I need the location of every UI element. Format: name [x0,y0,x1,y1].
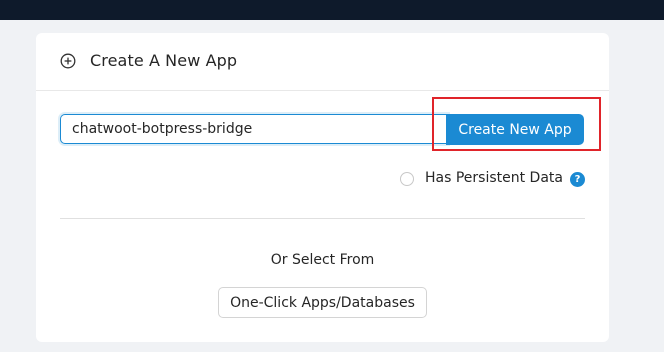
highlight-annotation-box [432,97,601,151]
plus-circle-icon [60,53,76,69]
app-name-input[interactable] [60,114,448,144]
persistent-data-label[interactable]: Has Persistent Data [425,170,563,186]
card-header: Create A New App [36,33,609,91]
top-navbar [0,0,664,20]
create-app-card: Create A New App Create New App Has Pers… [36,33,609,342]
one-click-apps-button[interactable]: One-Click Apps/Databases [218,287,427,318]
persistent-data-radio[interactable] [400,172,414,186]
help-icon[interactable]: ? [570,172,585,187]
or-select-from-text: Or Select From [270,252,375,268]
card-title: Create A New App [90,51,238,70]
divider [60,218,585,219]
